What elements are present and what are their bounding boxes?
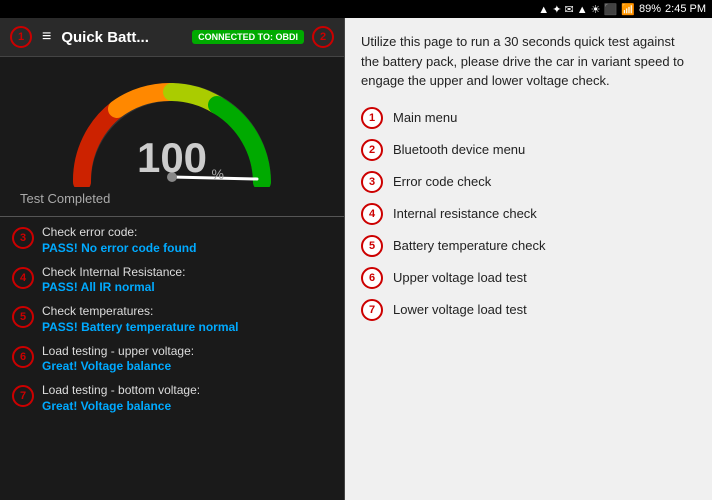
help-item-label: Battery temperature check	[393, 238, 545, 253]
phone-panel: 1 ≡ Quick Batt... CONNECTED TO: OBDI 2	[0, 18, 345, 500]
check-item: 7 Load testing - bottom voltage: Great! …	[12, 383, 332, 413]
check-result: Great! Voltage balance	[42, 359, 194, 373]
check-badge: 3	[12, 227, 34, 249]
check-badge: 4	[12, 267, 34, 289]
help-badge: 7	[361, 299, 383, 321]
status-icons: ▲ ✦ ✉ ▲ ☀ ⬛	[538, 3, 617, 16]
status-bar: ▲ ✦ ✉ ▲ ☀ ⬛ 📶 89% 2:45 PM	[0, 0, 712, 18]
check-label: Check error code:	[42, 225, 196, 241]
help-item: 6 Upper voltage load test	[361, 267, 696, 289]
hamburger-icon[interactable]: ≡	[42, 28, 51, 46]
check-label: Load testing - bottom voltage:	[42, 383, 200, 399]
help-items-list: 1 Main menu 2 Bluetooth device menu 3 Er…	[361, 107, 696, 321]
check-label: Check temperatures:	[42, 304, 239, 320]
main-area: 1 ≡ Quick Batt... CONNECTED TO: OBDI 2	[0, 18, 712, 500]
check-label: Load testing - upper voltage:	[42, 344, 194, 360]
gauge-value: 100	[137, 134, 207, 182]
help-item: 7 Lower voltage load test	[361, 299, 696, 321]
connected-badge: CONNECTED TO: OBDI	[192, 30, 304, 44]
check-text: Check Internal Resistance: PASS! All IR …	[42, 265, 185, 295]
help-badge: 5	[361, 235, 383, 257]
check-text: Check error code: PASS! No error code fo…	[42, 225, 196, 255]
help-badge: 1	[361, 107, 383, 129]
gauge-percent: %	[212, 166, 224, 182]
check-result: PASS! All IR normal	[42, 280, 185, 294]
check-text: Check temperatures: PASS! Battery temper…	[42, 304, 239, 334]
help-item-label: Lower voltage load test	[393, 302, 527, 317]
check-label: Check Internal Resistance:	[42, 265, 185, 281]
test-completed-label: Test Completed	[10, 191, 110, 206]
gauge-area: 100 % Test Completed	[0, 57, 344, 216]
app-header: 1 ≡ Quick Batt... CONNECTED TO: OBDI 2	[0, 18, 344, 57]
check-item: 3 Check error code: PASS! No error code …	[12, 225, 332, 255]
battery-level: 89%	[639, 3, 661, 15]
check-result: Great! Voltage balance	[42, 399, 200, 413]
help-item-label: Bluetooth device menu	[393, 142, 525, 157]
help-item-label: Upper voltage load test	[393, 270, 527, 285]
app-title: Quick Batt...	[61, 29, 149, 46]
signal-icon: 📶	[621, 3, 635, 16]
help-item-label: Error code check	[393, 174, 491, 189]
check-badge: 6	[12, 346, 34, 368]
help-item: 2 Bluetooth device menu	[361, 139, 696, 161]
help-item-label: Main menu	[393, 110, 457, 125]
help-item: 4 Internal resistance check	[361, 203, 696, 225]
help-item: 1 Main menu	[361, 107, 696, 129]
help-panel: Utilize this page to run a 30 seconds qu…	[345, 18, 712, 500]
help-badge: 4	[361, 203, 383, 225]
help-badge: 6	[361, 267, 383, 289]
help-item: 3 Error code check	[361, 171, 696, 193]
check-item: 5 Check temperatures: PASS! Battery temp…	[12, 304, 332, 334]
help-item-label: Internal resistance check	[393, 206, 537, 221]
header-left: 1 ≡ Quick Batt...	[10, 26, 149, 48]
time-display: 2:45 PM	[665, 3, 706, 15]
check-item: 4 Check Internal Resistance: PASS! All I…	[12, 265, 332, 295]
help-item: 5 Battery temperature check	[361, 235, 696, 257]
check-badge: 7	[12, 385, 34, 407]
help-description: Utilize this page to run a 30 seconds qu…	[361, 32, 696, 91]
gauge-container: 100 %	[62, 67, 282, 187]
check-text: Load testing - bottom voltage: Great! Vo…	[42, 383, 200, 413]
help-badge: 2	[361, 139, 383, 161]
bluetooth-menu-badge[interactable]: 2	[312, 26, 334, 48]
check-result: PASS! No error code found	[42, 241, 196, 255]
check-text: Load testing - upper voltage: Great! Vol…	[42, 344, 194, 374]
check-result: PASS! Battery temperature normal	[42, 320, 239, 334]
main-menu-badge[interactable]: 1	[10, 26, 32, 48]
help-badge: 3	[361, 171, 383, 193]
check-badge: 5	[12, 306, 34, 328]
check-results: 3 Check error code: PASS! No error code …	[0, 217, 344, 500]
check-item: 6 Load testing - upper voltage: Great! V…	[12, 344, 332, 374]
